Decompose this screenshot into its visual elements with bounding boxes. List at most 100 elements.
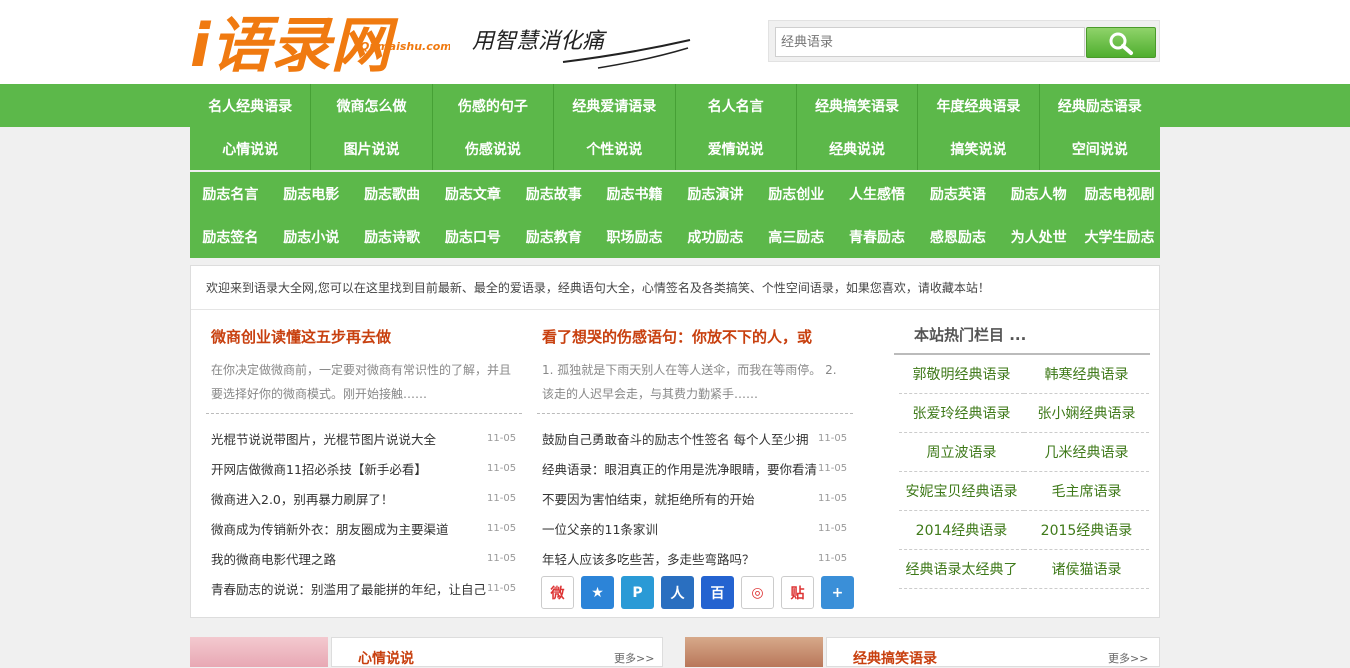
- subnav-item[interactable]: 励志英语: [917, 172, 998, 215]
- subnav-item[interactable]: 励志诗歌: [352, 215, 433, 258]
- nav-item[interactable]: 年度经典语录: [918, 84, 1040, 127]
- subnav-item[interactable]: 励志口号: [432, 215, 513, 258]
- renren-icon[interactable]: 人: [661, 576, 694, 609]
- list-item[interactable]: 开网店做微商11招必杀技【新手必看】 11-05: [211, 453, 527, 483]
- list-item[interactable]: 微商进入2.0，别再暴力刷屏了！ 11-05: [211, 483, 527, 513]
- subnav-item[interactable]: 励志教育: [513, 215, 594, 258]
- subnav-item[interactable]: 励志人物: [998, 172, 1079, 215]
- subnav-item[interactable]: 励志小说: [271, 215, 352, 258]
- more-share-icon[interactable]: +: [821, 576, 854, 609]
- list-item[interactable]: 不要因为害怕结束，就拒绝所有的开始 11-05: [542, 483, 858, 513]
- weibo-icon[interactable]: 微: [541, 576, 574, 609]
- hot-link[interactable]: 郭敬明经典语录: [899, 355, 1024, 394]
- search-input[interactable]: [775, 27, 1085, 57]
- hot-link[interactable]: 经典语录太经典了: [899, 550, 1024, 589]
- subnav-item[interactable]: 人生感悟: [837, 172, 918, 215]
- list-item-date: 11-05: [818, 552, 848, 564]
- nav-item[interactable]: 经典搞笑语录: [796, 84, 919, 127]
- baidu-icon[interactable]: 百: [701, 576, 734, 609]
- list-item[interactable]: 鼓励自己勇敢奋斗的励志个性签名 每个人至少拥 11-05: [542, 423, 858, 453]
- featured-title[interactable]: 微商创业读懂这五步再去做: [211, 326, 391, 347]
- nav-item[interactable]: 伤感的句子: [432, 84, 555, 127]
- nav-item[interactable]: 搞笑说说: [918, 127, 1040, 170]
- tieba-icon[interactable]: 贴: [781, 576, 814, 609]
- nav-item[interactable]: 心情说说: [190, 127, 312, 170]
- nav-item[interactable]: 经典励志语录: [1039, 84, 1160, 127]
- more-link[interactable]: 更多>>: [1108, 650, 1148, 666]
- hot-link[interactable]: 毛主席语录: [1024, 472, 1149, 511]
- list-item-title[interactable]: 鼓励自己勇敢奋斗的励志个性签名 每个人至少拥: [542, 429, 818, 448]
- nav-item[interactable]: 个性说说: [554, 127, 676, 170]
- hot-link[interactable]: 张小娴经典语录: [1024, 394, 1149, 433]
- tqq-icon[interactable]: P: [621, 576, 654, 609]
- list-item-title[interactable]: 我的微商电影代理之路: [211, 549, 487, 568]
- list-item-title[interactable]: 青春励志的说说：别滥用了最能拼的年纪，让自己: [211, 579, 487, 598]
- nav-item[interactable]: 空间说说: [1039, 127, 1160, 170]
- subnav-item[interactable]: 高三励志: [756, 215, 837, 258]
- nav-item[interactable]: 经典爱请语录: [554, 84, 676, 127]
- nav-item[interactable]: 图片说说: [311, 127, 433, 170]
- list-item[interactable]: 我的微商电影代理之路 11-05: [211, 543, 527, 573]
- list-item[interactable]: 一位父亲的11条家训 11-05: [542, 513, 858, 543]
- featured-title[interactable]: 看了想哭的伤感语句：你放不下的人，或: [542, 326, 812, 347]
- list-item-title[interactable]: 光棍节说说带图片，光棍节图片说说大全: [211, 429, 487, 448]
- subnav-item[interactable]: 大学生励志: [1079, 215, 1160, 258]
- site-logo[interactable]: i语录网 Qumaishu.com: [190, 8, 452, 81]
- list-item-title[interactable]: 微商进入2.0，别再暴力刷屏了！: [211, 489, 487, 508]
- hot-link[interactable]: 韩寒经典语录: [1024, 355, 1149, 394]
- list-item-date: 11-05: [818, 522, 848, 534]
- subnav-item[interactable]: 励志电影: [271, 172, 352, 215]
- search-box: [768, 20, 1160, 62]
- column-weishang: 微商创业读懂这五步再去做 在你决定做微商前，一定要对微商有常识性的了解，并且要选…: [191, 310, 526, 618]
- subnav-item[interactable]: 职场励志: [594, 215, 675, 258]
- nav-item[interactable]: 伤感说说: [432, 127, 555, 170]
- subnav-item[interactable]: 励志文章: [432, 172, 513, 215]
- subnav-item[interactable]: 成功励志: [675, 215, 756, 258]
- list-item[interactable]: 青春励志的说说：别滥用了最能拼的年纪，让自己 11-05: [211, 573, 527, 603]
- nav-item[interactable]: 名人名言: [675, 84, 797, 127]
- subnav-item[interactable]: 励志电视剧: [1079, 172, 1160, 215]
- subnav-item[interactable]: 励志书籍: [594, 172, 675, 215]
- share-bar: 微 ★ P 人百 ◎ 贴 +: [541, 576, 854, 609]
- nav-item[interactable]: 爱情说说: [675, 127, 797, 170]
- qzone-icon[interactable]: ★: [581, 576, 614, 609]
- list-item[interactable]: 经典语录：眼泪真正的作用是洗净眼睛，要你看清 11-05: [542, 453, 858, 483]
- subnav-item[interactable]: 励志创业: [756, 172, 837, 215]
- list-item-title[interactable]: 年轻人应该多吃些苦，多走些弯路吗？: [542, 549, 818, 568]
- list-item-title[interactable]: 微商成为传销新外衣：朋友圈成为主要渠道: [211, 519, 487, 538]
- subnav-item[interactable]: 青春励志: [837, 215, 918, 258]
- hot-link[interactable]: 2014经典语录: [899, 511, 1024, 550]
- subnav-item[interactable]: 励志演讲: [675, 172, 756, 215]
- main-nav: 名人经典语录 微商怎么做 伤感的句子 经典爱请语录 名人名言 经典搞笑语录 年度经典语录 经典…: [190, 84, 1160, 170]
- list-item-date: 11-05: [487, 492, 517, 504]
- list-item-title[interactable]: 开网店做微商11招必杀技【新手必看】: [211, 459, 487, 478]
- list-item-title[interactable]: 经典语录：眼泪真正的作用是洗净眼睛，要你看清: [542, 459, 818, 478]
- list-item-title[interactable]: 不要因为害怕结束，就拒绝所有的开始: [542, 489, 818, 508]
- hot-link[interactable]: 周立波语录: [899, 433, 1024, 472]
- hot-link[interactable]: 安妮宝贝经典语录: [899, 472, 1024, 511]
- list-item-date: 11-05: [487, 522, 517, 534]
- search-icon: [1109, 32, 1133, 55]
- subnav-item[interactable]: 励志故事: [513, 172, 594, 215]
- list-item[interactable]: 年轻人应该多吃些苦，多走些弯路吗？ 11-05: [542, 543, 858, 573]
- nav-item[interactable]: 名人经典语录: [190, 84, 312, 127]
- qq-icon[interactable]: ◎: [741, 576, 774, 609]
- subnav-item[interactable]: 为人处世: [998, 215, 1079, 258]
- hot-link[interactable]: 2015经典语录: [1024, 511, 1149, 550]
- list-item-title[interactable]: 一位父亲的11条家训: [542, 519, 818, 538]
- nav-item[interactable]: 微商怎么做: [311, 84, 433, 127]
- list-item[interactable]: 光棍节说说带图片，光棍节图片说说大全 11-05: [211, 423, 527, 453]
- hot-link[interactable]: 诸侯猫语录: [1024, 550, 1149, 589]
- subnav-item[interactable]: 励志歌曲: [352, 172, 433, 215]
- subnav-item[interactable]: 励志签名: [190, 215, 271, 258]
- subnav-item[interactable]: 励志名言: [190, 172, 271, 215]
- list-item[interactable]: 微商成为传销新外衣：朋友圈成为主要渠道 11-05: [211, 513, 527, 543]
- section-title[interactable]: 经典搞笑语录: [853, 648, 937, 668]
- nav-item[interactable]: 经典说说: [796, 127, 919, 170]
- more-link[interactable]: 更多>>: [614, 650, 654, 666]
- subnav-item[interactable]: 感恩励志: [917, 215, 998, 258]
- hot-link[interactable]: 几米经典语录: [1024, 433, 1149, 472]
- search-button[interactable]: [1086, 27, 1156, 58]
- section-title[interactable]: 心情说说: [358, 648, 414, 668]
- hot-link[interactable]: 张爱玲经典语录: [899, 394, 1024, 433]
